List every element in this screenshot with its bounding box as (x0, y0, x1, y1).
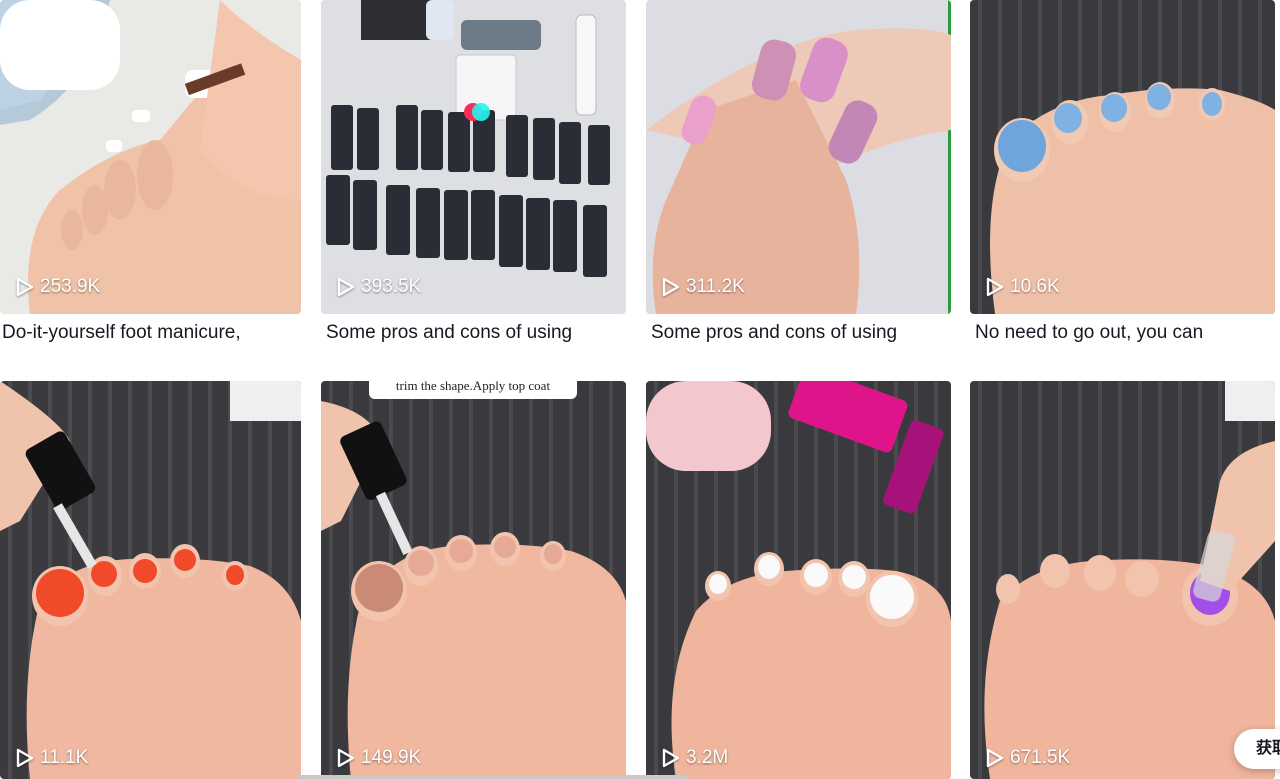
video-grid-page: 253.9K Do-it-yourself foot manicure, 393… (0, 0, 1280, 779)
view-count-text: 393.5K (361, 276, 422, 297)
view-count: 393.5K (337, 276, 421, 298)
view-count: 671.5K (986, 747, 1070, 769)
view-count-text: 149.9K (361, 747, 422, 768)
play-icon (986, 748, 1004, 768)
view-count-text: 253.9K (40, 276, 101, 297)
video-overlay-text: trim the shape.Apply top coat (369, 379, 577, 399)
video-thumbnail[interactable] (646, 0, 951, 314)
view-count-text: 11.1K (40, 747, 89, 768)
view-count-text: 3.2M (686, 747, 729, 768)
video-thumbnail[interactable] (321, 381, 626, 779)
view-count: 311.2K (662, 276, 745, 298)
view-count: 10.6K (986, 276, 1060, 298)
play-icon (337, 277, 355, 297)
video-caption[interactable]: Some pros and cons of using (326, 322, 572, 344)
play-icon (662, 277, 680, 297)
play-icon (16, 277, 34, 297)
video-thumbnail[interactable] (970, 381, 1275, 779)
video-caption[interactable]: No need to go out, you can (975, 322, 1203, 344)
video-watermark: @Morovanofficial (1173, 368, 1251, 379)
video-thumbnail[interactable] (0, 0, 301, 314)
video-thumbnail[interactable] (646, 381, 951, 779)
video-thumbnail[interactable] (970, 0, 1275, 314)
play-icon (337, 748, 355, 768)
view-count: 149.9K (337, 747, 421, 769)
get-app-button[interactable]: 获取 (1234, 729, 1280, 769)
horizontal-scrollbar[interactable] (297, 775, 689, 779)
play-icon (662, 748, 680, 768)
view-count: 253.9K (16, 276, 100, 298)
video-caption[interactable]: Some pros and cons of using (651, 322, 897, 344)
view-count-text: 671.5K (1010, 747, 1071, 768)
play-icon (16, 748, 34, 768)
view-count-text: 10.6K (1010, 276, 1060, 297)
view-count-text: 311.2K (686, 276, 745, 297)
video-thumbnail[interactable] (321, 0, 626, 314)
view-count: 3.2M (662, 747, 728, 769)
play-icon (986, 277, 1004, 297)
view-count: 11.1K (16, 747, 88, 769)
video-caption[interactable]: Do-it-yourself foot manicure, (2, 322, 241, 344)
video-thumbnail[interactable] (0, 381, 301, 779)
